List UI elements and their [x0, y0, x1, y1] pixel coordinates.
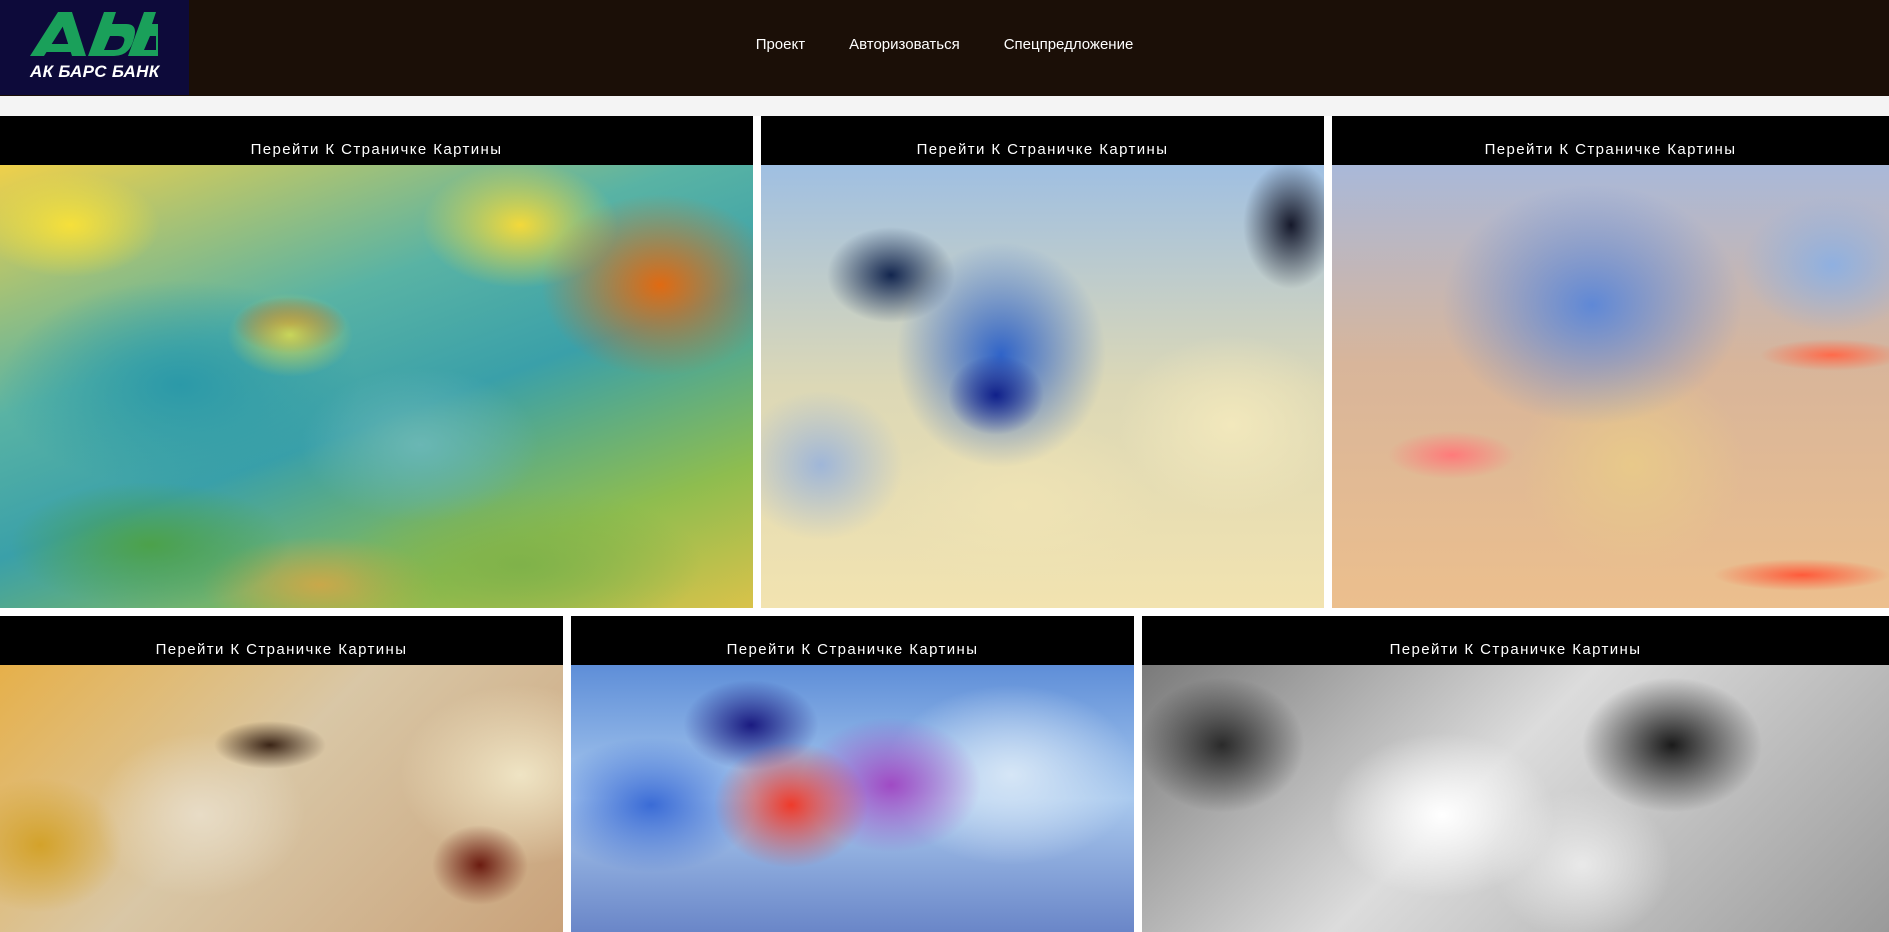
card-header: Перейти К Страничке Картины: [1142, 616, 1889, 665]
go-to-painting-link[interactable]: Перейти К Страничке Картины: [156, 642, 408, 657]
card-header: Перейти К Страничке Картины: [0, 616, 563, 665]
go-to-painting-link[interactable]: Перейти К Страничке Картины: [1390, 642, 1642, 657]
top-navigation-bar: АК БАРС БАНК Проект Авторизоваться Спецп…: [0, 0, 1889, 96]
card-header: Перейти К Страничке Картины: [571, 616, 1134, 665]
painting-image[interactable]: [0, 165, 753, 608]
card-header: Перейти К Страничке Картины: [0, 116, 753, 165]
painting-image[interactable]: [0, 665, 563, 932]
go-to-painting-link[interactable]: Перейти К Страничке Картины: [1485, 142, 1737, 157]
go-to-painting-link[interactable]: Перейти К Страничке Картины: [917, 142, 1169, 157]
painting-image[interactable]: [571, 665, 1134, 932]
nav-link-special-offer[interactable]: Спецпредложение: [982, 36, 1156, 53]
painting-image[interactable]: [1332, 165, 1889, 608]
painting-image[interactable]: [761, 165, 1324, 608]
painting-image[interactable]: [1142, 665, 1889, 932]
nav-link-login[interactable]: Авторизоваться: [827, 36, 982, 53]
main-nav: Проект Авторизоваться Спецпредложение: [0, 36, 1889, 53]
painting-card[interactable]: Перейти К Страничке Картины: [0, 616, 563, 932]
logo-text: АК БАРС БАНК: [30, 62, 160, 81]
card-header: Перейти К Страничке Картины: [1332, 116, 1889, 165]
go-to-painting-link[interactable]: Перейти К Страничке Картины: [727, 642, 979, 657]
card-header: Перейти К Страничке Картины: [761, 116, 1324, 165]
painting-card[interactable]: Перейти К Страничке Картины: [0, 116, 753, 608]
go-to-painting-link[interactable]: Перейти К Страничке Картины: [251, 142, 503, 157]
painting-card[interactable]: Перейти К Страничке Картины: [1142, 616, 1889, 932]
painting-card[interactable]: Перейти К Страничке Картины: [1332, 116, 1889, 608]
header-divider: [0, 96, 1889, 116]
painting-card[interactable]: Перейти К Страничке Картины: [761, 116, 1324, 608]
painting-card[interactable]: Перейти К Страничке Картины: [571, 616, 1134, 932]
nav-link-project[interactable]: Проект: [734, 36, 827, 53]
